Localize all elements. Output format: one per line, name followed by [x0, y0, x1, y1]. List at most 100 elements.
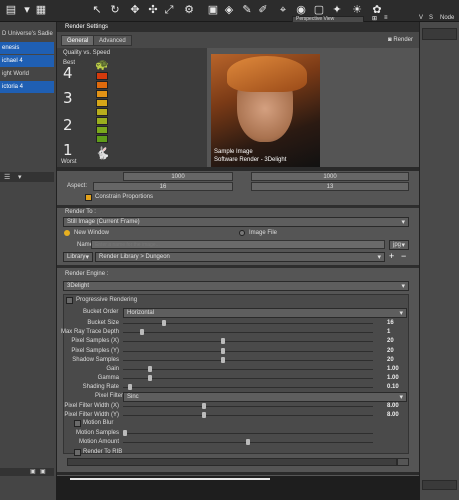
render-button[interactable]: ◙ Render [388, 35, 413, 46]
slider-track[interactable] [123, 323, 373, 324]
slider-knob[interactable] [123, 430, 127, 436]
slider-value[interactable]: 1.00 [387, 365, 399, 373]
quality-meter-segment[interactable] [96, 135, 108, 143]
quality-meter-segment[interactable] [96, 81, 108, 89]
pose-tool-icon[interactable]: ✐ [256, 3, 270, 17]
layout-icon[interactable]: ▦ [34, 3, 48, 17]
aspect-height-field[interactable]: 13 [251, 182, 409, 191]
slider-track[interactable] [123, 433, 373, 434]
slider-value[interactable]: 0.10 [387, 383, 399, 391]
slider-knob[interactable] [221, 347, 226, 354]
slider-knob[interactable] [201, 411, 206, 418]
bottom-splitter[interactable] [57, 472, 419, 475]
slider-value[interactable]: 1.00 [387, 374, 399, 382]
pixel-filter-dropdown[interactable]: Sinc [123, 392, 407, 402]
slider-knob[interactable] [221, 356, 226, 363]
slider-knob[interactable] [221, 338, 226, 345]
rotate-tool-icon[interactable]: ↻ [108, 3, 122, 17]
side-tab-v[interactable]: V [419, 15, 423, 21]
filter-icon[interactable]: ▾ [18, 173, 22, 181]
slider-track[interactable] [123, 378, 373, 380]
quality-meter-segment[interactable] [96, 72, 108, 80]
slider-knob[interactable] [147, 366, 152, 372]
light-icon[interactable]: ☀ [350, 3, 364, 17]
scale-tool-icon[interactable]: ⤢ [162, 3, 176, 17]
select-tool-icon[interactable]: ↖ [90, 3, 104, 17]
motion-blur-checkbox[interactable] [74, 420, 81, 427]
aspect-width-field[interactable]: 16 [93, 182, 233, 191]
move-tool-icon[interactable]: ✣ [146, 3, 160, 17]
quality-meter-segment[interactable] [96, 99, 108, 107]
level-4[interactable]: 4 [63, 64, 73, 82]
tab-general[interactable]: General [61, 35, 95, 46]
region-tool-icon[interactable]: ▣ [206, 3, 220, 17]
slider-value[interactable]: 20 [387, 356, 394, 364]
level-3[interactable]: 3 [63, 89, 73, 107]
scene-item[interactable]: ichael 4 [0, 55, 54, 67]
view-dropdown-icon[interactable]: ▾ [20, 3, 34, 17]
slider-value[interactable]: 20 [387, 337, 394, 345]
slider-track[interactable] [123, 359, 373, 361]
slider-knob[interactable] [246, 438, 250, 445]
universal-tool-icon[interactable]: ✥ [128, 3, 142, 17]
image-name-input[interactable] [91, 240, 385, 249]
slider-value[interactable]: 8.00 [387, 402, 399, 410]
slider-track[interactable] [123, 350, 373, 352]
new-window-radio[interactable] [64, 230, 70, 236]
slider-value[interactable]: 8.00 [387, 411, 399, 419]
level-1[interactable]: 1 [63, 141, 73, 159]
panel-button-icon[interactable]: ▣ [40, 468, 46, 475]
timeline-bar[interactable] [70, 478, 270, 480]
bucket-order-dropdown[interactable]: Horizontal [123, 308, 407, 318]
joint-tool-icon[interactable]: ⚙ [182, 3, 196, 17]
panel-button-icon[interactable]: ▣ [30, 468, 36, 475]
slider-knob[interactable] [201, 403, 206, 409]
slider-track[interactable] [123, 387, 373, 389]
constrain-checkbox[interactable] [85, 194, 92, 201]
geometry-tool-icon[interactable]: ◈ [222, 3, 236, 17]
side-tab-s[interactable]: S [429, 15, 433, 21]
slider-track[interactable] [123, 406, 373, 407]
scene-item[interactable]: ight World [0, 68, 54, 80]
splitter[interactable] [57, 167, 419, 171]
render-to-dropdown[interactable]: Still Image (Current Frame) [63, 217, 409, 227]
viewport-options-icon[interactable]: ≡ [384, 15, 388, 21]
progressive-checkbox[interactable] [66, 297, 73, 304]
slider-track[interactable] [123, 341, 373, 343]
slider-knob[interactable] [127, 384, 132, 391]
options-icon[interactable]: ☰ [4, 173, 10, 181]
height-field[interactable]: 1000 [251, 172, 409, 181]
library-dropdown[interactable]: Library [63, 252, 93, 262]
slider-value[interactable]: 20 [387, 347, 394, 355]
node-tab[interactable]: Node [440, 15, 454, 21]
scene-item[interactable]: D Universe's Sadie [0, 28, 54, 40]
add-icon[interactable]: + [389, 251, 394, 261]
quality-meter-segment[interactable] [96, 117, 108, 125]
menu-icon[interactable]: ▤ [4, 3, 18, 17]
scene-item[interactable]: enesis [0, 42, 54, 54]
remove-icon[interactable]: − [401, 251, 406, 261]
width-field[interactable]: 1000 [123, 172, 233, 181]
viewport-controls-icon[interactable]: ⊞ [372, 15, 377, 22]
scene-item[interactable]: ictoria 4 [0, 81, 54, 93]
render-engine-dropdown[interactable]: 3Delight [63, 281, 409, 291]
slider-track[interactable] [123, 414, 373, 416]
spot-render-icon[interactable]: ✦ [330, 3, 344, 17]
surface-tool-icon[interactable]: ✎ [240, 3, 254, 17]
slider-track[interactable] [123, 369, 373, 370]
rib-path-field[interactable] [67, 458, 397, 466]
quality-meter-segment[interactable] [96, 90, 108, 98]
render-icon[interactable]: ▢ [312, 3, 326, 17]
slider-track[interactable] [123, 332, 373, 334]
level-2[interactable]: 2 [63, 116, 73, 134]
slider-knob[interactable] [162, 320, 167, 326]
camera-icon[interactable]: ◉ [294, 3, 308, 17]
library-path-dropdown[interactable]: Render Library > Dungeon [95, 252, 385, 262]
slider-knob[interactable] [140, 329, 145, 336]
slider-value[interactable]: 16 [387, 319, 394, 327]
quality-meter-segment[interactable] [96, 126, 108, 134]
file-extension-dropdown[interactable]: jpg [389, 240, 409, 250]
rib-browse-button[interactable] [397, 458, 409, 466]
image-file-radio[interactable] [239, 230, 245, 236]
node-tool-icon[interactable]: ⌖ [276, 3, 290, 17]
